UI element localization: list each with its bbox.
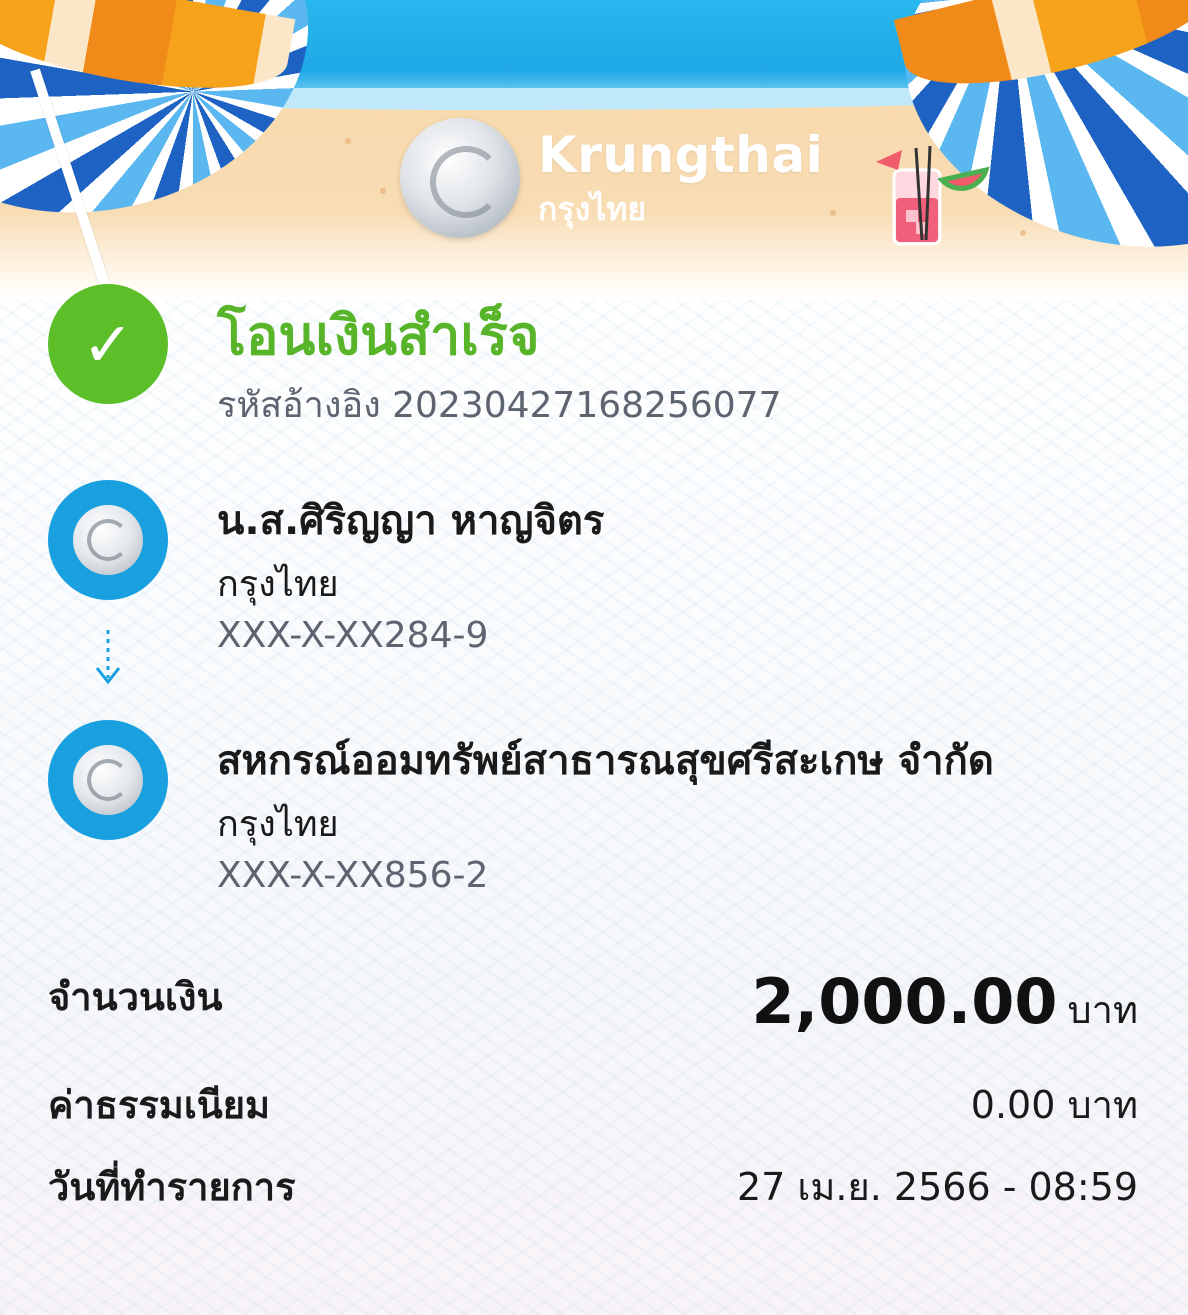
cocktail-drink-icon bbox=[876, 145, 990, 246]
fee-value: 0.00 บาท bbox=[970, 1083, 1138, 1127]
transfer-status-title: โอนเงินสำเร็จ bbox=[217, 304, 540, 367]
receiver-bank: กรุงไทย bbox=[217, 804, 339, 845]
sender-name: น.ส.ศิริญญา หาญจิตร bbox=[217, 498, 605, 544]
date-label: วันที่ทำรายการ bbox=[48, 1165, 296, 1209]
receiver-bank-icon bbox=[48, 720, 168, 840]
success-check-icon: ✓ bbox=[48, 284, 168, 404]
krungthai-logo: Krungthai กรุงไทย bbox=[400, 118, 824, 238]
sender-bank: กรุงไทย bbox=[217, 564, 339, 605]
amount-unit: บาท bbox=[1067, 988, 1138, 1032]
sand-dot bbox=[830, 210, 836, 216]
reference-number: รหัสอ้างอิง 20230427168256077 bbox=[217, 385, 782, 426]
fee-label: ค่าธรรมเนียม bbox=[48, 1083, 271, 1127]
sender-account: XXX-X-XX284-9 bbox=[217, 615, 489, 656]
amount-label: จำนวนเงิน bbox=[48, 975, 223, 1019]
date-value: 27 เม.ย. 2566 - 08:59 bbox=[736, 1165, 1138, 1209]
amount-value: 2,000.00 บาท bbox=[752, 965, 1138, 1040]
sand-dot bbox=[1020, 230, 1026, 236]
sand-dot bbox=[380, 188, 386, 194]
sand-dot bbox=[345, 138, 351, 144]
receiver-name: สหกรณ์ออมทรัพย์สาธารณสุขศรีสะเกษ จำกัด bbox=[217, 738, 994, 784]
arrow-down-icon bbox=[95, 630, 121, 685]
sender-bank-icon bbox=[48, 480, 168, 600]
phoenix-emblem-icon bbox=[400, 118, 520, 238]
receiver-account: XXX-X-XX856-2 bbox=[217, 855, 489, 896]
brand-name-en: Krungthai bbox=[538, 126, 824, 184]
header-banner: Krungthai กรุงไทย bbox=[0, 0, 1188, 300]
brand-name-th: กรุงไทย bbox=[538, 190, 647, 228]
amount-number: 2,000.00 bbox=[751, 965, 1058, 1038]
